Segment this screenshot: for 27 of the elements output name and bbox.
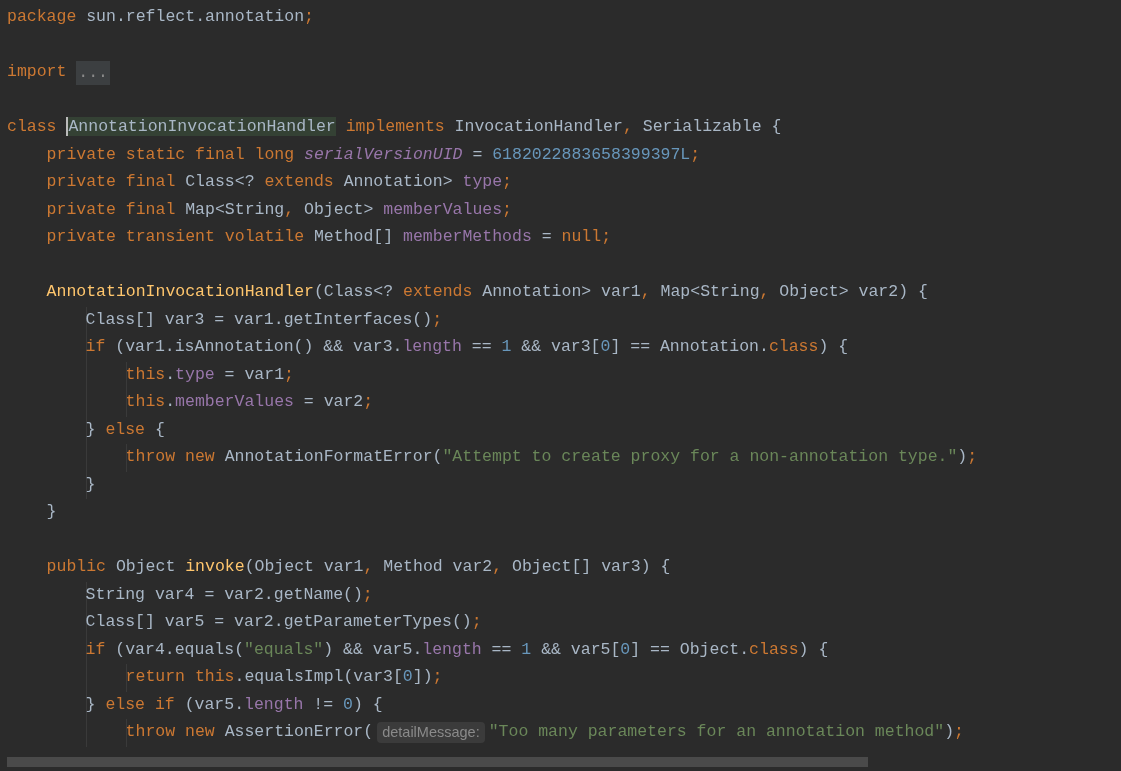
horizontal-scrollbar[interactable] (7, 757, 868, 767)
code-text: private static final long serialVersionUID = 6182022883658399397L; (46, 143, 701, 166)
code-text: "Too many parameters for an annotation method"); (488, 721, 964, 744)
code-text: Class[] var5 = var2.getParameterTypes(); (85, 611, 482, 634)
code-text: public Object invoke(Object var1, Method var2, Object[] var3) { (46, 556, 671, 579)
code-text: class AnnotationInvocationHandler implements InvocationHandler, Serializable { (7, 116, 782, 139)
code-text: if (var4.equals("equals") && var5.length == 1 && var5[0] == Object.class) { (85, 638, 829, 661)
folded-code-button[interactable]: ... (76, 60, 111, 85)
code-text: } else if (var5.length != 0) { (85, 693, 383, 716)
code-text: private final Class<? extends Annotation> type; (46, 171, 512, 194)
code-text: String var4 = var2.getName(); (85, 583, 373, 606)
code-text: this.type = var1; (125, 363, 294, 386)
code-text: AnnotationInvocationHandler(Class<? extends Annotation> var1, Map<String, Object> var2) { (46, 281, 928, 304)
code-text: throw new AssertionError( (125, 721, 374, 744)
code-text: this.memberValues = var2; (125, 391, 374, 414)
parameter-hint: detailMessage: (377, 722, 485, 744)
code-text: private final Map<String, Object> memberValues; (46, 198, 512, 221)
code-text: if (var1.isAnnotation() && var3.length == 1 && var3[0] == Annotation.class) { (85, 336, 849, 359)
code-text: throw new AnnotationFormatError("Attempt to create proxy for a non-annotation type."); (125, 446, 978, 469)
code-text: } else { (85, 418, 165, 441)
code-text: import (7, 61, 68, 84)
code-text: return this.equalsImpl(var3[0]); (125, 666, 443, 689)
code-text: package sun.reflect.annotation; (7, 6, 314, 29)
code-text: } (85, 473, 96, 496)
code-text: Class[] var3 = var1.getInterfaces(); (85, 308, 443, 331)
code-text: private transient volatile Method[] memberMethods = null; (46, 226, 612, 249)
code-text: } (46, 501, 57, 524)
